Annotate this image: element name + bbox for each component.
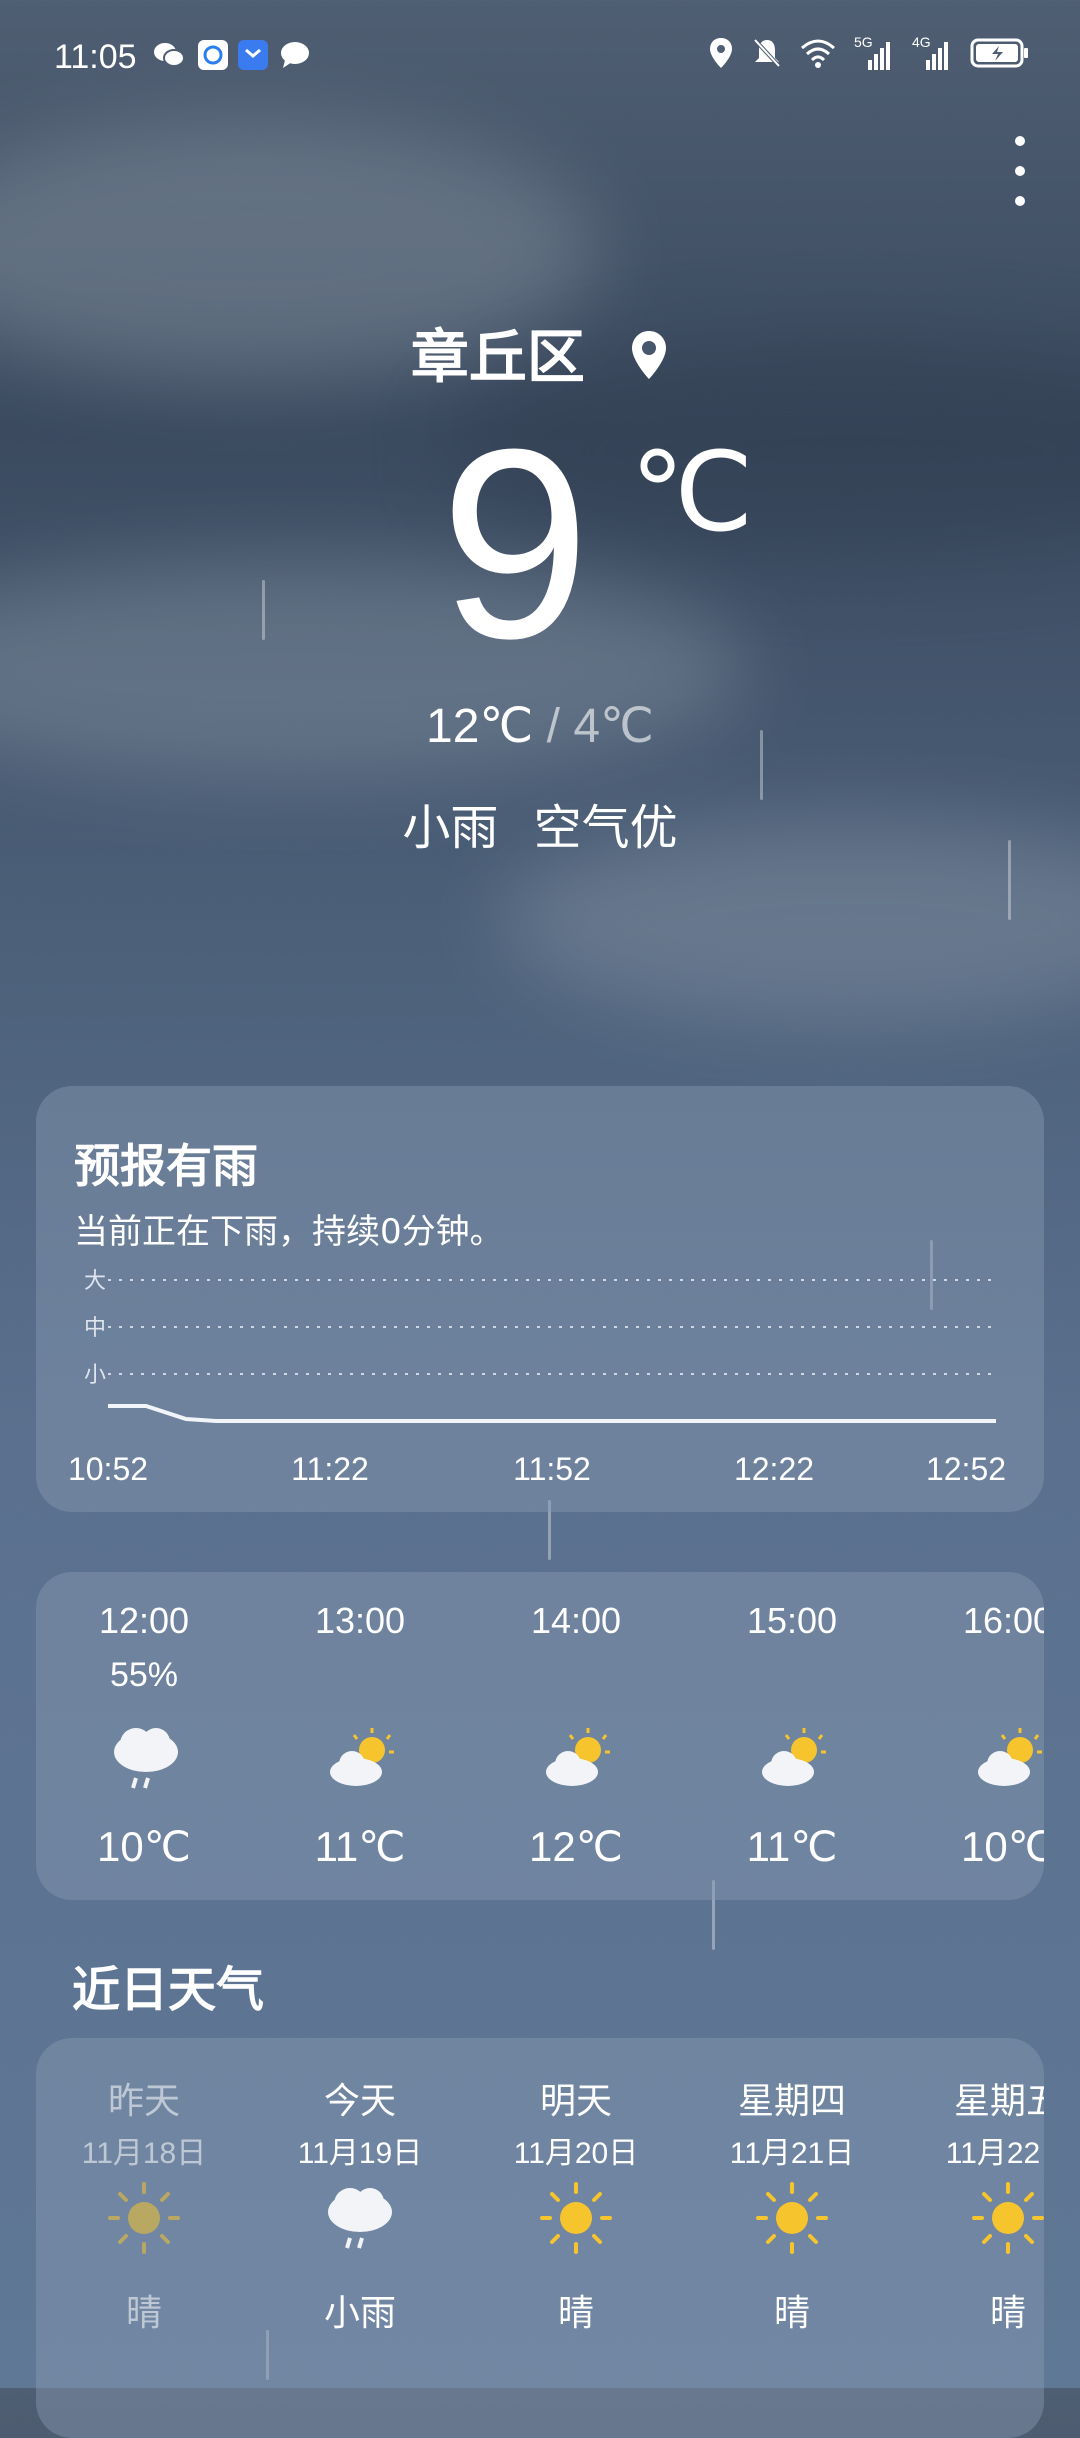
day-label: 星期五 — [953, 2081, 1044, 2122]
level-label: 中 — [84, 1316, 106, 1341]
precipitation-chart: 大 中 小 10:52 11:22 11:52 12:22 12:52 — [68, 1269, 1006, 1487]
partly-cloudy-icon — [322, 1722, 402, 1792]
partly-cloudy-icon — [754, 1722, 834, 1792]
temperature-range: 12℃ / 4℃ — [0, 698, 1080, 754]
rain-cloud-icon — [320, 2178, 400, 2258]
hour-time: 15:00 — [746, 1600, 838, 1641]
day-label: 昨天 — [107, 2081, 180, 2122]
hour-temp: 11℃ — [314, 1823, 406, 1870]
precip-chance: 55% — [109, 1656, 179, 1694]
time-label: 12:22 — [734, 1451, 814, 1487]
daily-section-title: 近日天气 — [72, 1962, 265, 2018]
sun-icon — [536, 2178, 616, 2258]
air-quality: 空气优 — [533, 800, 678, 856]
app-store-icon — [236, 38, 270, 72]
temperature-unit: ℃ — [630, 431, 754, 554]
battery-charging-icon — [970, 37, 1030, 73]
hour-time: 12:00 — [98, 1600, 190, 1641]
current-temperature: 9 — [440, 394, 591, 695]
more-options-button[interactable] — [1008, 136, 1032, 206]
sun-icon — [752, 2178, 832, 2258]
rain-card-title: 预报有雨 — [74, 1139, 258, 1193]
day-label: 明天 — [539, 2081, 612, 2122]
time-label: 12:52 — [926, 1451, 1006, 1487]
range-separator: / — [546, 700, 561, 753]
hour-temp: 12℃ — [529, 1823, 623, 1870]
status-bar: 11:05 5G 4G — [0, 0, 1080, 118]
hour-temp: 10℃ — [97, 1823, 191, 1870]
message-icon — [278, 38, 312, 72]
location-pin-icon — [629, 327, 669, 395]
day-condition: 晴 — [773, 2293, 810, 2334]
wechat-icon — [152, 38, 186, 72]
hour-time: 14:00 — [530, 1600, 622, 1641]
precipitation-line — [108, 1404, 996, 1423]
level-label: 大 — [84, 1269, 106, 1294]
signal-4g-icon: 4G — [912, 34, 952, 72]
location-name: 章丘区 — [410, 323, 585, 391]
location-header[interactable]: 章丘区 — [0, 310, 1080, 395]
day-date: 11月22日 — [945, 2137, 1044, 2170]
low-temp: 4℃ — [573, 700, 654, 753]
status-time: 11:05 — [54, 38, 137, 76]
daily-forecast-card[interactable]: 昨天 11月18日 晴 今天 11月19日 小雨 明天 11月20日 晴 星期四… — [36, 2038, 1044, 2438]
high-temp: 12℃ — [426, 700, 534, 753]
hour-time: 16:00 — [962, 1600, 1044, 1641]
rain-forecast-card[interactable]: 预报有雨 当前正在下雨，持续0分钟。 大 中 小 10:52 11:22 11:… — [36, 1086, 1044, 1512]
day-condition: 晴 — [557, 2293, 594, 2334]
day-label: 今天 — [323, 2081, 396, 2122]
level-label: 小 — [84, 1363, 106, 1388]
signal-5g-icon: 5G — [854, 34, 894, 72]
rain-card-subtitle: 当前正在下雨，持续0分钟。 — [74, 1212, 504, 1252]
raindrop — [262, 580, 265, 640]
mute-icon — [752, 37, 782, 73]
partly-cloudy-icon — [538, 1722, 618, 1792]
sun-icon — [968, 2178, 1044, 2258]
day-date: 11月20日 — [513, 2137, 639, 2170]
day-label: 星期四 — [737, 2081, 846, 2122]
weather-condition: 小雨 — [402, 800, 499, 856]
qq-icon — [196, 38, 230, 72]
location-icon — [708, 37, 734, 73]
current-condition: 小雨 空气优 — [0, 788, 1080, 858]
day-condition: 晴 — [989, 2293, 1026, 2334]
partly-cloudy-icon — [970, 1722, 1044, 1792]
time-label: 11:52 — [513, 1451, 591, 1487]
hour-temp: 11℃ — [746, 1823, 838, 1870]
day-condition: 小雨 — [323, 2293, 396, 2334]
day-condition: 晴 — [125, 2293, 162, 2334]
sun-icon — [104, 2178, 184, 2258]
hour-time: 13:00 — [314, 1600, 406, 1641]
day-date: 11月18日 — [81, 2137, 207, 2170]
day-date: 11月19日 — [297, 2137, 423, 2170]
wifi-icon — [800, 38, 836, 72]
time-label: 10:52 — [68, 1451, 148, 1487]
day-date: 11月21日 — [729, 2137, 855, 2170]
rain-cloud-icon — [106, 1722, 186, 1792]
time-label: 11:22 — [291, 1451, 369, 1487]
hourly-forecast-card[interactable]: 12:00 55% 10℃ 13:00 11℃ 14:00 12℃ 15:00 … — [36, 1572, 1044, 1900]
hour-temp: 10℃ — [961, 1823, 1044, 1870]
